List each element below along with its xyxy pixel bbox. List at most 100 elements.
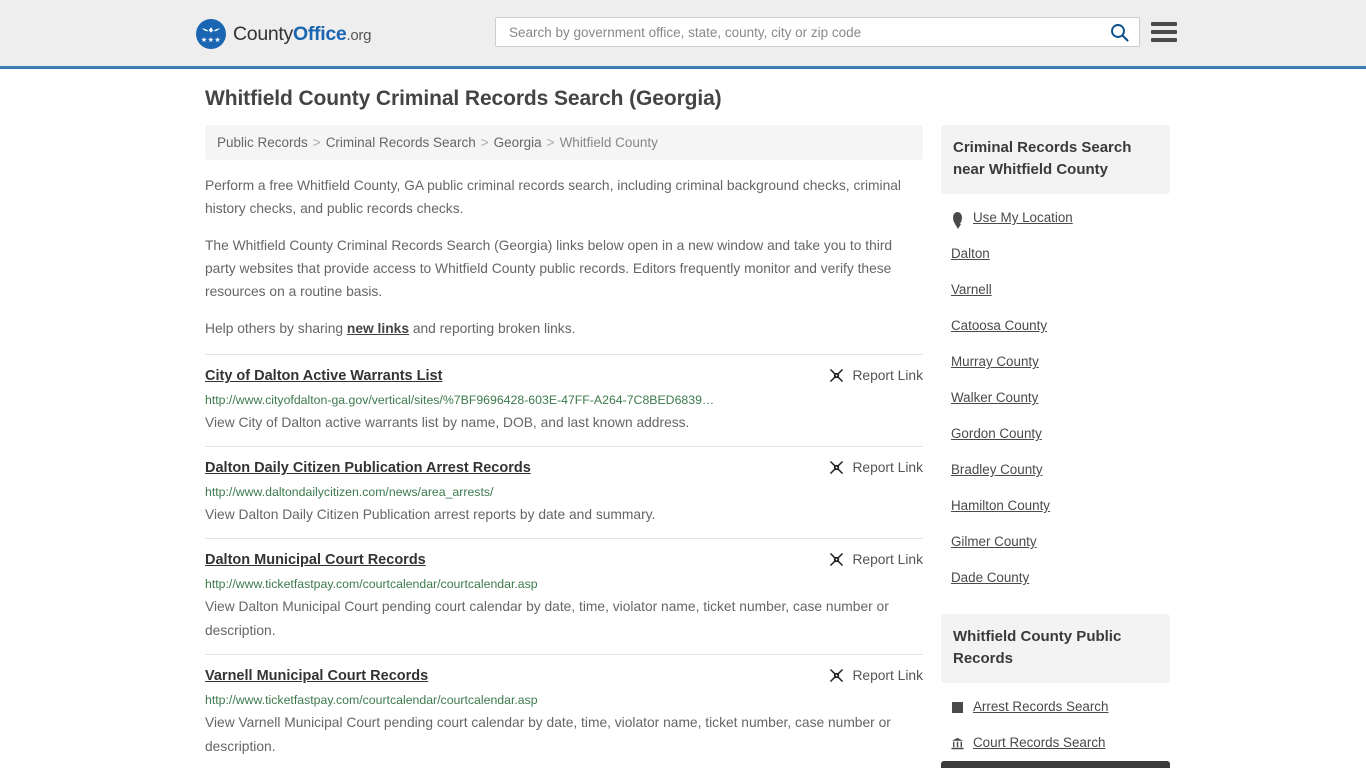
sidebar-item-label: Court Records Search bbox=[973, 735, 1106, 750]
logo-text-org: .org bbox=[346, 26, 372, 44]
sidebar-item-gordon-county[interactable]: Gordon County bbox=[941, 416, 1170, 452]
result-header: City of Dalton Active Warrants List Repo… bbox=[205, 367, 923, 386]
sidebar-item-label: Walker County bbox=[951, 390, 1039, 405]
sidebar-item-label: Hamilton County bbox=[951, 498, 1050, 513]
sidebar-item-criminal-records-search[interactable]: Criminal Records Search bbox=[941, 761, 1170, 768]
result-item: City of Dalton Active Warrants List Repo… bbox=[205, 354, 923, 446]
result-description: View Dalton Municipal Court pending cour… bbox=[205, 599, 889, 638]
report-link-button[interactable]: Report Link bbox=[829, 667, 923, 683]
sidebar: Criminal Records Search near Whitfield C… bbox=[941, 125, 1170, 768]
intro-p3-before: Help others by sharing bbox=[205, 321, 347, 336]
result-url[interactable]: http://www.ticketfastpay.com/courtcalend… bbox=[205, 576, 923, 592]
sidebar-item-hamilton-county[interactable]: Hamilton County bbox=[941, 488, 1170, 524]
breadcrumb-separator: > bbox=[312, 135, 321, 150]
header-search-area bbox=[495, 17, 1177, 47]
sidebar-item-dalton[interactable]: Dalton bbox=[941, 236, 1170, 272]
result-description: View Dalton Daily Citizen Publication ar… bbox=[205, 507, 656, 522]
result-url[interactable]: http://www.cityofdalton-ga.gov/vertical/… bbox=[205, 392, 923, 408]
results-list: City of Dalton Active Warrants List Repo… bbox=[205, 354, 923, 768]
broken-link-icon bbox=[830, 669, 844, 682]
sidebar-item-bradley-county[interactable]: Bradley County bbox=[941, 452, 1170, 488]
breadcrumb-item-public-records[interactable]: Public Records bbox=[217, 135, 308, 150]
sidebar-item-label: Murray County bbox=[951, 354, 1039, 369]
logo-text-office: Office bbox=[293, 22, 347, 45]
result-title-link[interactable]: Dalton Daily Citizen Publication Arrest … bbox=[205, 459, 531, 478]
sidebar-item-label: Gordon County bbox=[951, 426, 1042, 441]
sidebar-item-label: Dalton bbox=[951, 246, 990, 261]
sidebar-item-label: Catoosa County bbox=[951, 318, 1048, 333]
intro-paragraph-3: Help others by sharing new links and rep… bbox=[205, 317, 923, 340]
new-links-link[interactable]: new links bbox=[347, 321, 409, 336]
sidebar-item-label: Varnell bbox=[951, 282, 992, 297]
report-link-button[interactable]: Report Link bbox=[829, 551, 923, 567]
report-link-button[interactable]: Report Link bbox=[829, 459, 923, 475]
courthouse-glyph bbox=[951, 737, 964, 749]
sidebar-item-label: Dade County bbox=[951, 570, 1030, 585]
result-title-link[interactable]: City of Dalton Active Warrants List bbox=[205, 367, 442, 386]
sidebar-item-label: Use My Location bbox=[973, 210, 1073, 225]
sidebar-public-records-heading: Whitfield County Public Records bbox=[941, 614, 1170, 683]
square-icon bbox=[951, 700, 964, 715]
sidebar-item-court-records-search[interactable]: Court Records Search bbox=[941, 725, 1170, 761]
result-item: Dalton Daily Citizen Publication Arrest … bbox=[205, 446, 923, 538]
sidebar-item-walker-county[interactable]: Walker County bbox=[941, 380, 1170, 416]
sidebar-nearby-heading: Criminal Records Search near Whitfield C… bbox=[941, 125, 1170, 194]
result-item: Dalton Municipal Court Records Report Li… bbox=[205, 538, 923, 654]
sidebar-item-catoosa-county[interactable]: Catoosa County bbox=[941, 308, 1170, 344]
hamburger-bar bbox=[1151, 38, 1177, 42]
sidebar-nearby-list: Use My Location Dalton Varnell Catoosa C… bbox=[941, 194, 1170, 596]
sidebar-card-public-records: Whitfield County Public Records Arrest R… bbox=[941, 614, 1170, 768]
sidebar-item-varnell[interactable]: Varnell bbox=[941, 272, 1170, 308]
map-pin-icon bbox=[951, 211, 964, 226]
hamburger-bar bbox=[1151, 30, 1177, 34]
breadcrumb-item-georgia[interactable]: Georgia bbox=[494, 135, 542, 150]
hamburger-menu-icon[interactable] bbox=[1151, 22, 1177, 42]
intro-paragraph-1: Perform a free Whitfield County, GA publ… bbox=[205, 178, 901, 216]
page-title: Whitfield County Criminal Records Search… bbox=[205, 87, 722, 110]
sidebar-item-dade-county[interactable]: Dade County bbox=[941, 560, 1170, 596]
sidebar-item-arrest-records-search[interactable]: Arrest Records Search bbox=[941, 689, 1170, 725]
search-button[interactable] bbox=[1108, 23, 1131, 42]
intro-text: Perform a free Whitfield County, GA publ… bbox=[205, 174, 923, 340]
result-header: Varnell Municipal Court Records Report L… bbox=[205, 667, 923, 686]
breadcrumb-item-criminal-records-search[interactable]: Criminal Records Search bbox=[326, 135, 476, 150]
result-url[interactable]: http://www.ticketfastpay.com/courtcalend… bbox=[205, 692, 923, 708]
sidebar-item-label: Gilmer County bbox=[951, 534, 1037, 549]
search-box[interactable] bbox=[495, 17, 1140, 47]
logo-text: CountyOffice.org bbox=[233, 23, 371, 46]
search-icon bbox=[1111, 23, 1129, 42]
content-container: Whitfield County Criminal Records Search… bbox=[196, 69, 1170, 768]
eagle-glyph bbox=[202, 27, 220, 33]
result-description: View City of Dalton active warrants list… bbox=[205, 415, 690, 430]
sidebar-item-gilmer-county[interactable]: Gilmer County bbox=[941, 524, 1170, 560]
result-header: Dalton Daily Citizen Publication Arrest … bbox=[205, 459, 923, 478]
two-column-layout: Public Records > Criminal Records Search > G… bbox=[196, 125, 1170, 768]
courthouse-icon bbox=[951, 736, 964, 751]
report-link-label: Report Link bbox=[852, 368, 923, 383]
main-column: Public Records > Criminal Records Search > G… bbox=[205, 125, 923, 768]
search-input[interactable] bbox=[507, 18, 1108, 46]
sidebar-item-label: Bradley County bbox=[951, 462, 1043, 477]
hamburger-bar bbox=[1151, 22, 1177, 26]
broken-link-icon bbox=[830, 369, 844, 382]
result-header: Dalton Municipal Court Records Report Li… bbox=[205, 551, 923, 570]
result-title-link[interactable]: Dalton Municipal Court Records bbox=[205, 551, 426, 570]
intro-paragraph-2: The Whitfield County Criminal Records Se… bbox=[205, 238, 893, 299]
result-url[interactable]: http://www.daltondailycitizen.com/news/a… bbox=[205, 484, 923, 500]
site-header: ★★★ CountyOffice.org bbox=[0, 0, 1366, 69]
sidebar-public-records-list: Arrest Records Search Court Records Sear… bbox=[941, 683, 1170, 768]
result-title-link[interactable]: Varnell Municipal Court Records bbox=[205, 667, 428, 686]
report-link-label: Report Link bbox=[852, 552, 923, 567]
eagle-seal-icon: ★★★ bbox=[196, 19, 226, 49]
site-logo[interactable]: ★★★ CountyOffice.org bbox=[196, 19, 371, 49]
report-link-label: Report Link bbox=[852, 460, 923, 475]
broken-link-icon bbox=[830, 553, 844, 566]
broken-link-icon bbox=[830, 461, 844, 474]
sidebar-item-label: Arrest Records Search bbox=[973, 699, 1109, 714]
sidebar-item-use-my-location[interactable]: Use My Location bbox=[941, 200, 1170, 236]
sidebar-item-murray-county[interactable]: Murray County bbox=[941, 344, 1170, 380]
report-link-label: Report Link bbox=[852, 668, 923, 683]
report-link-button[interactable]: Report Link bbox=[829, 367, 923, 383]
stars-glyph: ★★★ bbox=[200, 37, 222, 44]
breadcrumb-item-whitfield-county: Whitfield County bbox=[559, 135, 658, 150]
